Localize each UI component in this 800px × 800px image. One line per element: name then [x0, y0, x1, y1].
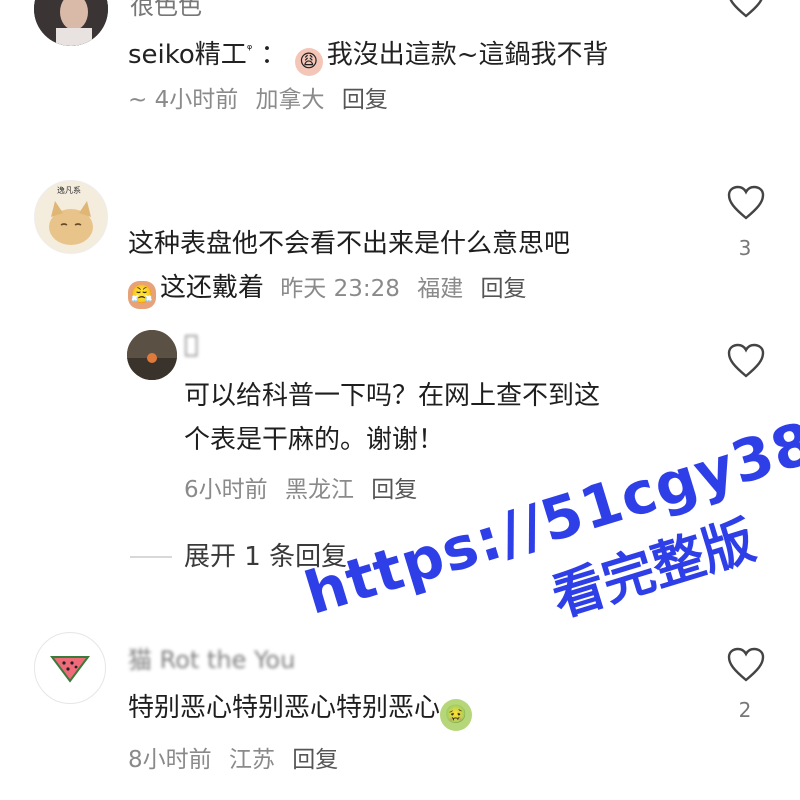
comment-time: 昨天 23:28	[280, 276, 400, 302]
username-seiko[interactable]: seiko精工ᵠ ： 😩 我沒出這款~這鍋我不背	[128, 34, 609, 76]
commenter-avatar[interactable]: 逸凡系	[34, 180, 108, 254]
watermelon-icon	[50, 656, 90, 683]
heart-icon[interactable]	[726, 184, 766, 222]
avatar-photo-icon	[34, 0, 108, 46]
comment-location: 福建	[417, 276, 464, 302]
commenter-name-blurred[interactable]: 猫 Rot the You	[128, 640, 295, 675]
nauseated-face-emoji-icon: 🤢	[440, 699, 473, 731]
heart-icon[interactable]	[726, 0, 766, 20]
comment-meta: 昨天 23:28 福建 回复	[280, 276, 536, 302]
commenter-avatar[interactable]	[34, 632, 106, 704]
comment-text-2: 这还戴着	[160, 273, 265, 303]
verified-badge: ᵠ	[246, 42, 253, 58]
comment-time: ~ 4小时前	[128, 87, 239, 113]
comment-location: 加拿大	[255, 87, 325, 113]
comment-location: 江苏	[228, 747, 275, 773]
heart-icon[interactable]	[726, 646, 766, 684]
reply-time: 6小时前	[184, 477, 268, 503]
like-count: 2	[738, 698, 752, 722]
username-text: seiko精工	[128, 40, 247, 70]
comment-meta: 8小时前 江苏 回复	[128, 740, 348, 774]
comment-meta: ~ 4小时前 加拿大 回复	[128, 80, 398, 114]
comment-line: 特别恶心特别恶心特别恶心 🤢	[128, 686, 476, 731]
avatar-caption: 逸凡系	[57, 186, 81, 195]
commenter-name[interactable]: 很色色	[130, 0, 202, 21]
comment-line2: 😤 这还戴着 昨天 23:28 福建 回复	[128, 266, 537, 311]
comment-text: 我沒出這款~這鍋我不背	[326, 40, 609, 70]
reply-button[interactable]: 回复	[481, 276, 527, 302]
crying-face-emoji-icon: 😩	[294, 48, 323, 76]
expand-divider	[130, 556, 172, 558]
like-count: 3	[738, 236, 752, 260]
reply-username[interactable]: 𫝀	[184, 330, 198, 358]
sunset-avatar-icon	[127, 330, 177, 380]
commenter-avatar[interactable]	[34, 0, 108, 46]
reply-button[interactable]: 回复	[292, 747, 338, 773]
watermark-overlay: https://51cgy38.com 看完整版	[262, 290, 800, 668]
reply-button[interactable]: 回复	[342, 87, 388, 113]
separator: ：	[260, 40, 287, 70]
angry-face-emoji-icon: 😤	[128, 281, 156, 309]
comment-text: 这种表盘他不会看不出来是什么意思吧	[128, 229, 571, 259]
comment-text: 特别恶心特别恶心特别恶心	[128, 693, 441, 723]
comment-time: 8小时前	[128, 747, 212, 773]
reply-avatar[interactable]	[127, 330, 177, 380]
